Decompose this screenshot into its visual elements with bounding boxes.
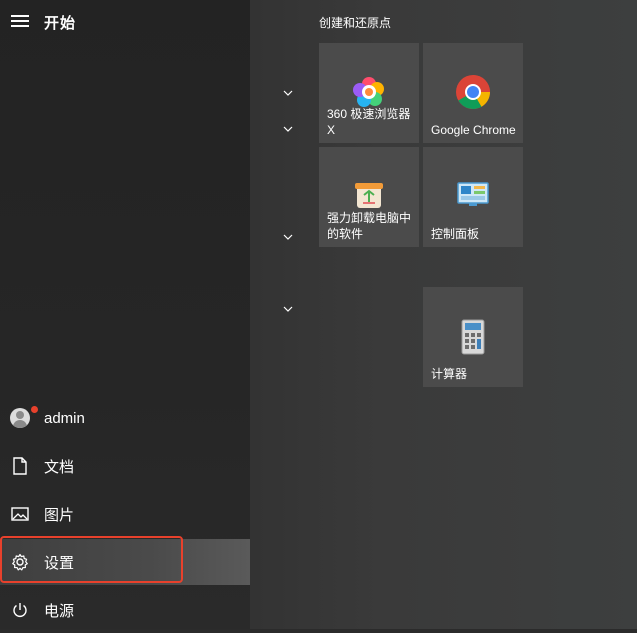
tile-area: 创建和还原点 360 极速浏览器X Google Chrome 强力卸载电脑中的… bbox=[250, 0, 637, 629]
settings-highlight-box bbox=[0, 536, 183, 583]
power-item[interactable]: 电源 bbox=[0, 587, 250, 633]
tile-label: 强力卸载电脑中的软件 bbox=[327, 211, 412, 241]
chevron-down-icon[interactable] bbox=[283, 229, 293, 240]
tile-uninstall-software[interactable]: 强力卸载电脑中的软件 bbox=[319, 147, 419, 247]
user-name-label: admin bbox=[44, 409, 85, 427]
tile-label: 控制面板 bbox=[431, 227, 480, 241]
pictures-label: 图片 bbox=[44, 506, 75, 524]
picture-icon bbox=[10, 504, 30, 524]
chevron-down-icon[interactable] bbox=[283, 85, 293, 96]
tile-calculator[interactable]: 计算器 bbox=[423, 287, 523, 387]
tile-group-title[interactable]: 创建和还原点 bbox=[319, 14, 391, 31]
start-left-rail: 开始 admin 文档 图片 设置 电源 bbox=[0, 0, 250, 629]
documents-label: 文档 bbox=[44, 458, 75, 476]
tile-google-chrome[interactable]: Google Chrome bbox=[423, 43, 523, 143]
tile-control-panel[interactable]: 控制面板 bbox=[423, 147, 523, 247]
start-header: 开始 bbox=[0, 0, 250, 44]
start-menu: 开始 admin 文档 图片 设置 电源 创建和还原点 360 极速浏览器X G… bbox=[0, 0, 637, 629]
power-icon bbox=[10, 600, 30, 620]
document-icon bbox=[10, 456, 30, 476]
tile-label: 计算器 bbox=[431, 367, 468, 381]
chrome-icon bbox=[455, 74, 491, 110]
calculator-icon bbox=[459, 319, 487, 355]
pictures-item[interactable]: 图片 bbox=[0, 491, 250, 537]
notification-badge-icon bbox=[31, 406, 38, 413]
control-panel-icon bbox=[455, 180, 491, 210]
tile-label: 360 极速浏览器X bbox=[327, 107, 411, 137]
tile-360-browser[interactable]: 360 极速浏览器X bbox=[319, 43, 419, 143]
user-account-item[interactable]: admin bbox=[0, 395, 250, 441]
chevron-down-icon[interactable] bbox=[283, 301, 293, 312]
power-label: 电源 bbox=[44, 602, 75, 620]
360-browser-icon bbox=[351, 74, 387, 110]
tile-label: Google Chrome bbox=[431, 123, 516, 137]
avatar bbox=[10, 408, 30, 428]
start-title: 开始 bbox=[44, 15, 77, 32]
user-avatar-icon bbox=[10, 406, 38, 428]
hamburger-menu-icon[interactable] bbox=[11, 15, 29, 29]
uninstall-icon bbox=[351, 177, 387, 213]
documents-item[interactable]: 文档 bbox=[0, 443, 250, 489]
chevron-down-icon[interactable] bbox=[283, 121, 293, 132]
